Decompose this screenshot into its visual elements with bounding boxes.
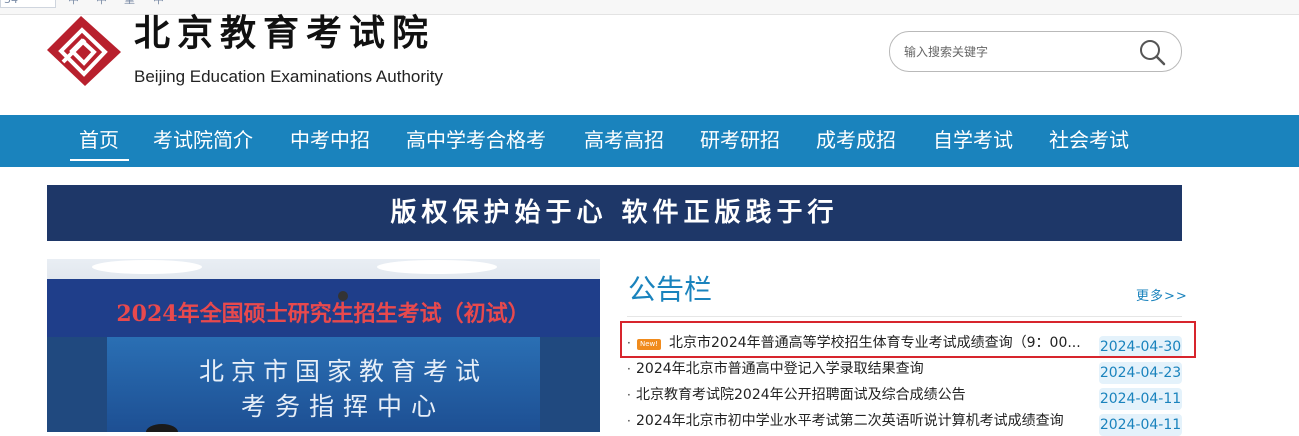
notice-item-title[interactable]: 北京教育考试院2024年公开招聘面试及综合成绩公告 (636, 382, 1091, 408)
notice-item-date: 2024-04-11 (1099, 414, 1182, 436)
notice-item-date: 2024-04-23 (1099, 362, 1182, 384)
news-photo[interactable]: 2024年全国硕士研究生招生考试（初试） 北京市国家教育考试 考务指挥中心 (47, 259, 600, 432)
photo-sign-line1: 北京市国家教育考试 (199, 357, 487, 386)
notice-item[interactable]: · 2024年北京市初中学业水平考试第二次英语听说计算机考试成绩查询 2024-… (627, 408, 1183, 436)
top-item[interactable]: 中 (96, 0, 107, 7)
bullet-icon: · (627, 414, 631, 428)
notice-item-date: 2024-04-11 (1099, 388, 1182, 410)
notice-board-title: 公告栏 (628, 273, 713, 306)
nav-item-xuekao[interactable]: 高中学考合格考 (406, 115, 546, 167)
notice-more-link[interactable]: 更多>> (1136, 289, 1188, 305)
nav-item-zixue[interactable]: 自学考试 (933, 115, 1013, 167)
photo-headline: 2024年全国硕士研究生招生考试（初试） (116, 301, 529, 327)
bullet-icon: · (627, 362, 631, 376)
notice-item[interactable]: · 2024年北京市普通高中登记入学录取结果查询 2024-04-23 (627, 356, 1183, 384)
top-item[interactable]: 34 (4, 0, 18, 7)
org-name-en: Beijing Education Examinations Authority (134, 67, 444, 86)
top-item[interactable]: 中 (153, 0, 164, 7)
search-icon[interactable] (1137, 38, 1167, 66)
search-input[interactable] (904, 41, 1124, 63)
nav-item-zhongkao[interactable]: 中考中招 (290, 115, 370, 167)
notice-divider (627, 316, 1182, 317)
nav-active-indicator (70, 159, 129, 161)
org-name-cn: 北京教育考试院 (134, 12, 436, 54)
nav-item-chengkao[interactable]: 成考成招 (816, 115, 896, 167)
highlight-box (620, 321, 1196, 358)
notice-item-title[interactable]: 2024年北京市初中学业水平考试第二次英语听说计算机考试成绩查询 (636, 408, 1091, 434)
top-item[interactable]: 重 (124, 0, 135, 7)
nav-item-shehui[interactable]: 社会考试 (1049, 115, 1129, 167)
bullet-icon: · (627, 388, 631, 402)
nav-item-gaokao[interactable]: 高考高招 (584, 115, 664, 167)
photo-sign-line2: 考务指挥中心 (241, 392, 445, 421)
notice-item-title[interactable]: 2024年北京市普通高中登记入学录取结果查询 (636, 356, 1091, 382)
notice-item[interactable]: · 北京教育考试院2024年公开招聘面试及综合成绩公告 2024-04-11 (627, 382, 1183, 410)
top-item[interactable]: 中 (68, 0, 79, 7)
promo-banner[interactable]: 版权保护始于心 软件正版践于行 (47, 185, 1182, 241)
beaa-logo-icon[interactable] (45, 14, 123, 86)
search-box (889, 31, 1182, 72)
nav-item-yankao[interactable]: 研考研招 (700, 115, 780, 167)
main-nav: 首页 考试院简介 中考中招 高中学考合格考 高考高招 研考研招 成考成招 自学考… (0, 115, 1299, 167)
nav-item-about[interactable]: 考试院简介 (153, 115, 253, 167)
